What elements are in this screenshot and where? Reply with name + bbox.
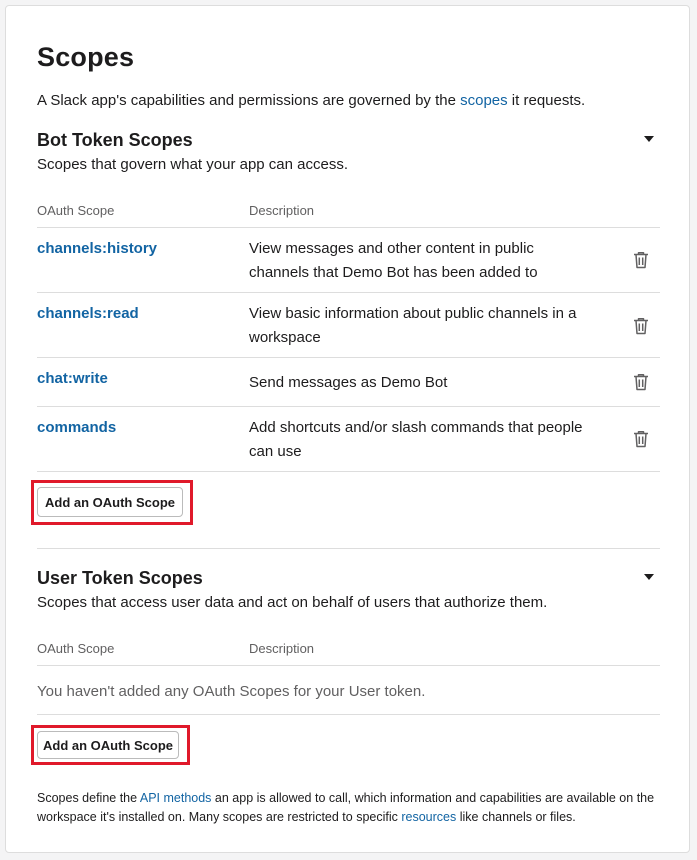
bot-col-scope-header: OAuth Scope [37, 203, 115, 218]
trash-icon[interactable] [633, 430, 649, 448]
trash-icon[interactable] [633, 373, 649, 391]
scope-description: View messages and other content in publi… [249, 240, 538, 281]
add-oauth-scope-button[interactable]: Add an OAuth Scope [37, 731, 179, 759]
resources-link[interactable]: resources [401, 810, 456, 824]
intro-text: A Slack app's capabilities and permissio… [37, 92, 585, 109]
user-col-desc-header: Description [249, 641, 315, 656]
divider [37, 227, 660, 228]
divider [37, 292, 660, 293]
divider [37, 357, 660, 358]
user-scopes-subtitle: Scopes that access user data and act on … [37, 594, 548, 611]
empty-state-text: You haven't added any OAuth Scopes for y… [37, 683, 426, 700]
caret-down-icon[interactable] [644, 136, 654, 142]
trash-icon[interactable] [633, 317, 649, 335]
page-title: Scopes [37, 42, 135, 72]
bot-scopes-title: Bot Token Scopes [37, 130, 193, 150]
scope-name[interactable]: channels:history [37, 240, 157, 257]
divider [37, 471, 660, 472]
api-methods-link[interactable]: API methods [140, 791, 212, 805]
caret-down-icon[interactable] [644, 574, 654, 580]
scopes-card: Scopes A Slack app's capabilities and pe… [5, 5, 690, 853]
intro-suffix: it requests. [507, 92, 586, 109]
bot-scopes-subtitle: Scopes that govern what your app can acc… [37, 156, 349, 173]
scopes-link[interactable]: scopes [460, 92, 508, 109]
section-divider [37, 548, 660, 549]
footer-prefix: Scopes define the [37, 791, 140, 805]
scope-name[interactable]: chat:write [37, 370, 108, 387]
user-col-scope-header: OAuth Scope [37, 641, 115, 656]
divider [37, 714, 660, 715]
divider [37, 665, 660, 666]
trash-icon[interactable] [633, 251, 649, 269]
footer-note: Scopes define the API methods an app is … [37, 789, 657, 827]
footer-suffix: like channels or files. [456, 810, 576, 824]
scope-description: Send messages as Demo Bot [249, 374, 448, 391]
user-scopes-title: User Token Scopes [37, 568, 203, 588]
add-oauth-scope-button[interactable]: Add an OAuth Scope [37, 487, 183, 517]
scope-name[interactable]: commands [37, 419, 116, 436]
scope-description: Add shortcuts and/or slash commands that… [249, 419, 583, 460]
scope-name[interactable]: channels:read [37, 305, 139, 322]
scope-description: View basic information about public chan… [249, 305, 577, 346]
intro-prefix: A Slack app's capabilities and permissio… [37, 92, 461, 109]
divider [37, 406, 660, 407]
bot-col-desc-header: Description [249, 203, 315, 218]
